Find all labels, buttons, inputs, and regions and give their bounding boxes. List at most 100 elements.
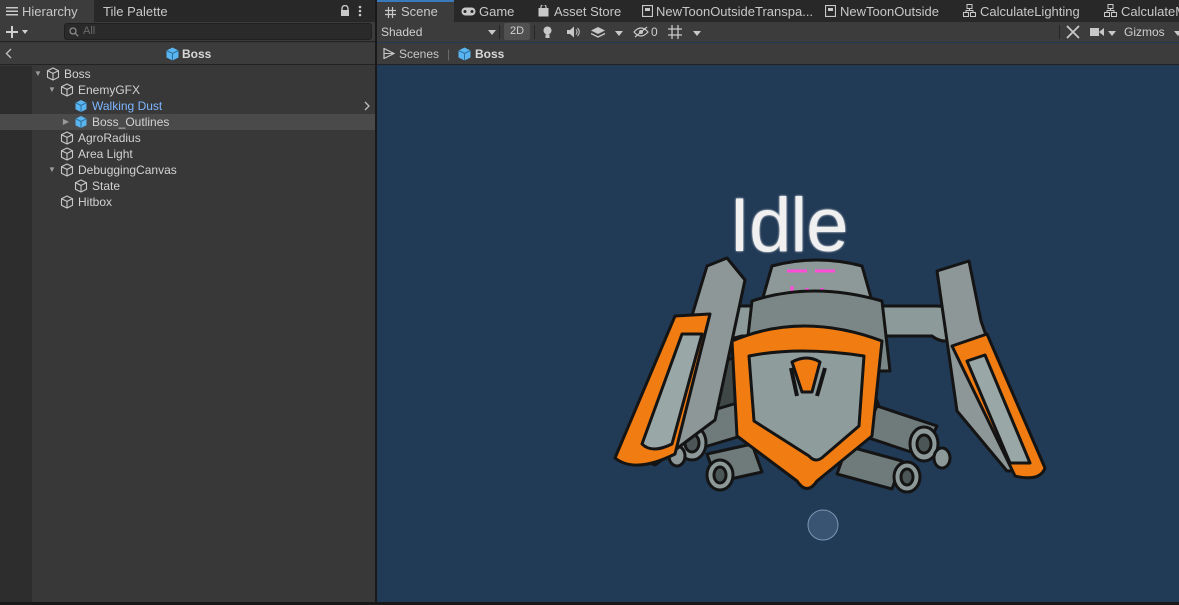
shader-graph-icon [642, 5, 653, 17]
gizmos-toggle[interactable]: Gizmos [1124, 22, 1165, 42]
open-prefab-chevron-icon[interactable] [364, 101, 370, 111]
scenes-back-icon [383, 48, 395, 59]
dropdown-arrow-icon[interactable] [1108, 31, 1116, 36]
boss-right-wing [935, 259, 1047, 480]
scene-grid-icon [385, 7, 396, 18]
hierarchy-item-hitbox[interactable]: Hitbox [32, 194, 375, 210]
search-placeholder: All [83, 25, 96, 37]
breadcrumb-scenes[interactable]: Scenes [399, 47, 439, 61]
create-plus-icon[interactable] [6, 25, 28, 39]
shopping-bag-icon [538, 5, 549, 17]
hierarchy-item-walking-dust[interactable]: Walking Dust [32, 98, 375, 114]
boss-sprite [613, 256, 1047, 541]
tab-calculatelighting[interactable]: CalculateLighting [963, 0, 1093, 22]
audio-speaker-icon[interactable] [567, 26, 580, 38]
hierarchy-gutter [0, 66, 32, 605]
hierarchy-item-label: Boss_Outlines [92, 115, 170, 129]
hierarchy-item-area-light[interactable]: Area Light [32, 146, 375, 162]
hierarchy-window: Hierarchy Tile Palette All Boss ▼ Boss ▼… [0, 0, 375, 605]
expand-arrow-icon[interactable]: ▼ [33, 66, 43, 82]
tools-wrench-icon[interactable] [1066, 25, 1080, 39]
pivot-handle [807, 509, 839, 541]
hidden-object-count: 0 [651, 25, 658, 39]
effects-layers-icon[interactable] [591, 26, 606, 38]
lightbulb-icon[interactable] [543, 26, 552, 39]
toolbar-separator [1059, 25, 1060, 39]
tab-tile-palette-label: Tile Palette [103, 4, 168, 19]
hierarchy-item-label: State [92, 179, 121, 193]
expand-arrow-icon[interactable]: ▼ [47, 162, 57, 178]
tab-hierarchy[interactable]: Hierarchy [0, 0, 94, 22]
hierarchy-item-enemygfx[interactable]: ▼ EnemyGFX [32, 82, 375, 98]
prefab-cube-icon [74, 115, 88, 129]
hierarchy-item-label: Boss [64, 67, 91, 81]
breadcrumb-boss[interactable]: Boss [475, 47, 504, 61]
tab-asset-store-label: Asset Store [554, 4, 622, 19]
prefab-cube-icon [74, 99, 88, 113]
collapsed-arrow-icon[interactable]: ▶ [61, 114, 71, 130]
expand-arrow-icon[interactable]: ▼ [47, 82, 57, 98]
gameobject-cube-icon [60, 163, 74, 177]
tab-scene[interactable]: Scene [377, 0, 454, 22]
lock-icon[interactable] [340, 5, 350, 17]
shading-mode-value: Shaded [381, 25, 423, 39]
kebab-menu-icon[interactable] [358, 5, 362, 17]
tab-newtoonoutside[interactable]: NewToonOutside [824, 0, 949, 22]
dropdown-arrow-icon[interactable] [693, 31, 701, 36]
hierarchy-item-label: Area Light [78, 147, 133, 161]
gamepad-icon [461, 7, 476, 16]
breadcrumb-separator: | [447, 47, 451, 61]
prefab-cube-icon [458, 47, 471, 61]
gameobject-cube-icon [74, 179, 88, 193]
dropdown-arrow-icon[interactable] [1174, 31, 1179, 36]
scene-visibility-eye-icon[interactable] [633, 26, 649, 38]
hierarchy-item-label: AgroRadius [78, 131, 141, 145]
hierarchy-item-label: Walking Dust [92, 99, 163, 113]
hierarchy-tree: ▼ Boss ▼ EnemyGFX Walking Dust ▶ Boss_Ou… [0, 66, 375, 605]
tab-newtoonoutsidetranspa[interactable]: NewToonOutsideTranspa... [641, 0, 813, 22]
hierarchy-item-debuggingcanvas[interactable]: ▼ DebuggingCanvas [32, 162, 375, 178]
hierarchy-tabbar: Hierarchy Tile Palette [0, 0, 375, 22]
2d-mode-toggle[interactable]: 2D [504, 23, 531, 40]
tab-hierarchy-label: Hierarchy [22, 4, 78, 19]
prefab-title: Boss [182, 47, 212, 61]
dropdown-arrow-icon[interactable] [615, 31, 623, 36]
tab-label: CalculateM [1121, 4, 1179, 19]
scene-tabbar: Scene Game Asset Store NewToonOutsideTra… [377, 0, 1179, 22]
tab-scene-label: Scene [401, 4, 438, 19]
scene-view-canvas[interactable]: Idle [377, 66, 1179, 605]
hierarchy-item-boss-outlines[interactable]: ▶ Boss_Outlines [0, 114, 375, 130]
tab-label: NewToonOutsideTranspa... [656, 4, 813, 19]
toolbar-separator [534, 25, 535, 39]
tab-game-label: Game [479, 4, 515, 19]
gameobject-cube-icon [46, 67, 60, 81]
subgraph-icon [963, 4, 976, 17]
gameobject-cube-icon [60, 147, 74, 161]
camera-icon[interactable] [1090, 27, 1104, 37]
subgraph-icon [1104, 4, 1117, 17]
hierarchy-item-boss[interactable]: ▼ Boss [32, 66, 375, 82]
tab-label: NewToonOutside [840, 4, 939, 19]
hierarchy-item-label: Hitbox [78, 195, 113, 209]
tab-calculatem[interactable]: CalculateM [1104, 0, 1179, 22]
tab-tile-palette[interactable]: Tile Palette [103, 0, 193, 22]
scene-toolbar: Shaded 2D 0 Gizmos [377, 22, 1179, 42]
prefab-cube-icon [166, 47, 179, 61]
gameobject-cube-icon [60, 195, 74, 209]
hierarchy-item-agroradius[interactable]: AgroRadius [32, 130, 375, 146]
hierarchy-item-label: EnemyGFX [78, 83, 141, 97]
tab-game[interactable]: Game [461, 0, 531, 22]
hierarchy-list-icon [6, 7, 18, 16]
hierarchy-search-input[interactable]: All [64, 23, 372, 40]
back-chevron-icon[interactable] [5, 48, 12, 59]
toolbar-separator [499, 25, 500, 39]
search-icon [69, 27, 79, 37]
prefab-mode-header: Boss [0, 43, 375, 65]
shader-graph-icon [825, 5, 836, 17]
hierarchy-item-label: DebuggingCanvas [78, 163, 177, 177]
grid-snapping-icon[interactable] [668, 25, 682, 39]
shading-mode-dropdown[interactable]: Shaded [381, 22, 496, 42]
tab-asset-store[interactable]: Asset Store [537, 0, 633, 22]
hierarchy-item-state[interactable]: State [32, 178, 375, 194]
scene-window: Scene Game Asset Store NewToonOutsideTra… [377, 0, 1179, 605]
